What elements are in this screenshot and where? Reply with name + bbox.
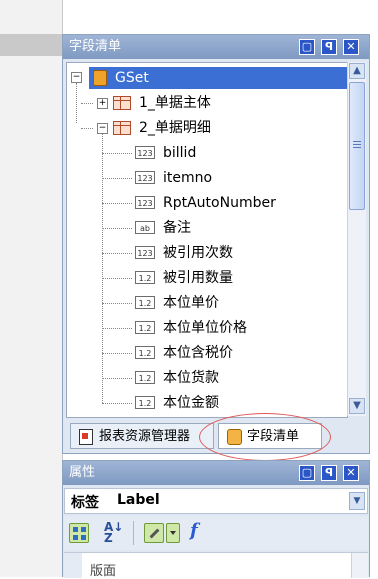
decimal-field-icon: 1.2 [135, 396, 155, 409]
tree-connector [102, 253, 132, 254]
pin-button[interactable]: ꟼ [321, 39, 337, 55]
integer-field-icon: 123 [135, 171, 155, 184]
tree-node-field[interactable]: 本位含税价 [163, 342, 233, 364]
close-button[interactable]: ✕ [343, 465, 359, 481]
object-selector[interactable]: 标签 Label ▼ [64, 488, 368, 514]
properties-titlebar: 属性 ▢ ꟼ ✕ [63, 461, 369, 485]
decimal-field-icon: 1.2 [135, 271, 155, 284]
tree-connector [102, 278, 132, 279]
root-expander[interactable]: − [71, 72, 82, 83]
grid-gutter [64, 553, 82, 578]
tree-node-field[interactable]: RptAutoNumber [163, 192, 276, 214]
tree-node-group[interactable]: 1_单据主体 [139, 92, 211, 114]
properties-grid[interactable]: 版面 [64, 552, 368, 579]
tree-node-root-label: GSet [115, 70, 149, 86]
tree-connector [76, 83, 77, 123]
toolbar-divider [133, 521, 134, 545]
decimal-field-icon: 1.2 [135, 321, 155, 334]
tree-node-field[interactable]: 本位金额 [163, 392, 219, 414]
left-document-area [0, 0, 63, 577]
decimal-field-icon: 1.2 [135, 346, 155, 359]
tree-connector [102, 228, 132, 229]
left-header-strip [0, 34, 62, 56]
highlight-annotation [199, 413, 331, 461]
tree-connector [102, 303, 132, 304]
tree-node-field[interactable]: 本位单位价格 [163, 317, 247, 339]
chevron-down-icon[interactable] [166, 523, 180, 543]
properties-scrollbar[interactable] [351, 553, 368, 578]
tree-node-field[interactable]: itemno [163, 167, 212, 189]
dataset-icon [93, 70, 107, 86]
tab-report-explorer-label: 报表资源管理器 [99, 429, 191, 444]
tree-node-field[interactable]: billid [163, 142, 196, 164]
group-expander[interactable]: + [97, 98, 108, 109]
properties-toolbar: A↓ Z f [64, 516, 368, 550]
group-expander[interactable]: − [97, 123, 108, 134]
tree-connector [81, 103, 93, 104]
integer-field-icon: 123 [135, 196, 155, 209]
categorized-view-button[interactable] [69, 523, 89, 543]
tree-connector [102, 178, 132, 179]
section-header[interactable]: 版面 [90, 560, 116, 579]
tree-connector [102, 328, 132, 329]
sort-alphabetical-icon[interactable]: A↓ Z [104, 521, 123, 544]
tree-node-field[interactable]: 本位货款 [163, 367, 219, 389]
tree-node-field[interactable]: 备注 [163, 217, 191, 239]
tree-node-field[interactable]: 被引用次数 [163, 242, 233, 264]
report-explorer-icon [79, 429, 93, 445]
table-icon [113, 121, 131, 135]
field-tree[interactable]: − GSet + 1_单据主体 − 2_单据明细 123 billid 123 … [66, 62, 348, 418]
tab-report-explorer[interactable]: 报表资源管理器 [70, 423, 214, 449]
properties-title: 属性 [69, 465, 96, 480]
decimal-field-icon: 1.2 [135, 371, 155, 384]
maximize-button[interactable]: ▢ [299, 39, 315, 55]
integer-field-icon: 123 [135, 146, 155, 159]
tree-node-group[interactable]: 2_单据明细 [139, 117, 211, 139]
tree-connector [81, 128, 93, 129]
tree-connector [102, 203, 132, 204]
integer-field-icon: 123 [135, 246, 155, 259]
scroll-up-button[interactable]: ▲ [349, 63, 365, 79]
scroll-thumb[interactable] [349, 82, 365, 210]
tree-vertical-scrollbar[interactable]: ▲ ▼ [347, 62, 366, 416]
tree-connector [102, 353, 132, 354]
tree-node-root[interactable]: GSet [89, 67, 347, 89]
table-icon [113, 96, 131, 110]
object-name: Label [117, 492, 160, 508]
tree-connector [102, 133, 103, 403]
tree-node-field[interactable]: 本位单价 [163, 292, 219, 314]
wrench-icon[interactable] [144, 523, 164, 543]
decimal-field-icon: 1.2 [135, 296, 155, 309]
tree-node-field[interactable]: 被引用数量 [163, 267, 233, 289]
maximize-button[interactable]: ▢ [299, 465, 315, 481]
close-button[interactable]: ✕ [343, 39, 359, 55]
field-list-titlebar: 字段清单 ▢ ꟼ ✕ [63, 35, 369, 59]
chevron-down-icon[interactable]: ▼ [349, 492, 365, 510]
tree-connector [102, 153, 132, 154]
text-field-icon: ab [135, 221, 155, 234]
field-list-title: 字段清单 [69, 39, 122, 54]
pin-button[interactable]: ꟼ [321, 465, 337, 481]
function-icon[interactable]: f [190, 520, 198, 541]
scroll-down-button[interactable]: ▼ [349, 398, 365, 414]
tree-connector [102, 378, 132, 379]
tree-connector [102, 403, 132, 404]
object-type: 标签 [71, 495, 99, 511]
